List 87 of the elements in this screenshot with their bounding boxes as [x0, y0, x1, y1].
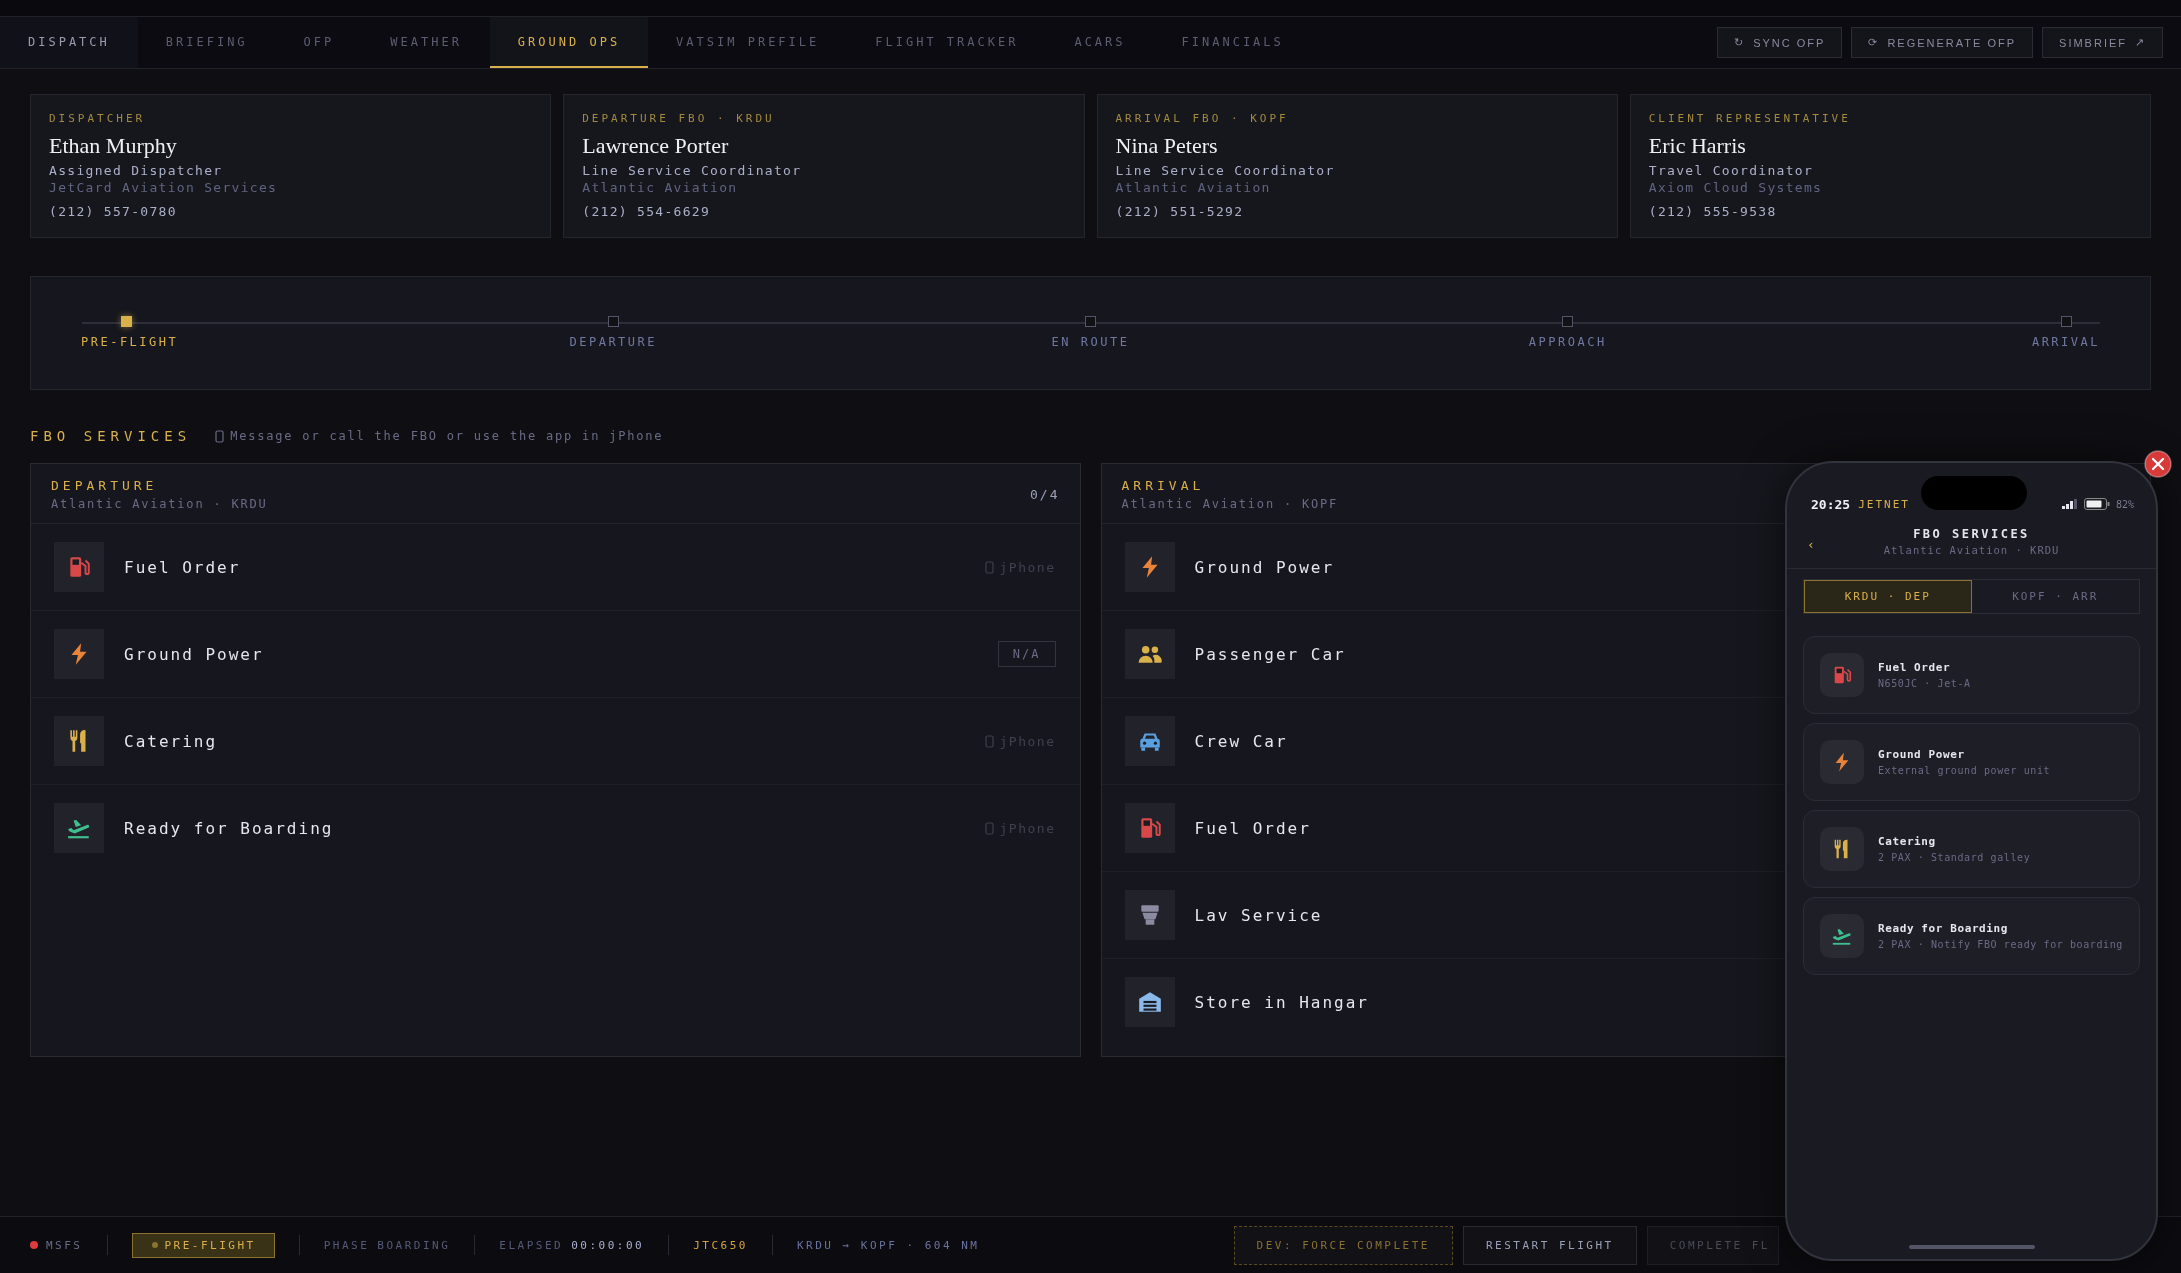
contact-role: ARRIVAL FBO · KOPF — [1115, 112, 1290, 125]
panel-title: ARRIVAL — [1121, 478, 1206, 493]
flight-button[interactable]: RESTART FLIGHT — [1462, 1225, 1637, 1265]
elapsed-label: ELAPSED — [499, 1238, 564, 1252]
panel-subtitle: Atlantic Aviation · KRDU — [51, 497, 268, 511]
service-name: Catering — [1878, 834, 1937, 848]
service-name: Ground Power — [1194, 557, 1335, 577]
battery-icon — [2083, 498, 2110, 510]
hint-text: Message or call the FBO or use the app in jPhone — [230, 429, 664, 443]
service-name: Store in Hangar — [1194, 992, 1369, 1012]
contact-company: JetCard Aviation Services — [49, 180, 279, 195]
panel-subtitle: Atlantic Aviation · KOPF — [1121, 497, 1339, 511]
service-name: Fuel Order — [1194, 818, 1311, 838]
service-name: Ready for Boarding — [124, 818, 334, 838]
phase-label: DEPARTURE — [569, 335, 657, 349]
service-detail: 2 PAX · Standard galley — [1878, 850, 2031, 864]
contact-phone: (212) 551-5292 — [1115, 204, 1245, 219]
nav-tab[interactable]: DISPATCH — [0, 17, 138, 68]
contact-name: Lawrence Porter — [582, 133, 730, 159]
back-button[interactable]: ‹ — [1807, 537, 1815, 552]
phone-icon — [984, 734, 994, 748]
section-title: FBO SERVICES — [30, 428, 192, 444]
contact-phone: (212) 554-6629 — [582, 204, 712, 219]
phone-subtitle: Atlantic Aviation · KRDU — [1882, 544, 2061, 556]
contact-title: Line Service Coordinator — [582, 163, 803, 178]
service-detail: N650JC · Jet-A — [1878, 676, 1971, 690]
phase-value: BOARDING — [377, 1238, 451, 1252]
service-name: Catering — [124, 731, 218, 751]
service-name: Fuel Order — [124, 557, 241, 577]
service-detail: External ground power unit — [1878, 763, 2051, 777]
toolbar-button[interactable]: ↻ SYNC OFP — [1717, 27, 1843, 58]
service-name: Ground Power — [1878, 747, 1966, 761]
contact-name: Nina Peters — [1115, 133, 1219, 159]
elapsed-value: 00:00:00 — [571, 1238, 645, 1252]
contact-title: Assigned Dispatcher — [49, 163, 224, 178]
phase-label: APPROACH — [1528, 335, 1607, 349]
phase-label: PHASE — [323, 1238, 370, 1252]
close-icon[interactable] — [2144, 450, 2172, 478]
phone-icon — [984, 560, 994, 574]
phone-icon — [984, 821, 994, 835]
phase-label: ARRIVAL — [2031, 335, 2100, 349]
contact-company: Atlantic Aviation — [1115, 180, 1272, 195]
status-badge: N/A — [997, 641, 1056, 667]
toolbar-button[interactable]: ⟳ REGENERATE OFP — [1851, 27, 2034, 58]
carrier-name: JETNET — [1858, 497, 1910, 511]
contact-phone: (212) 555-9538 — [1648, 204, 1778, 219]
battery-percent: 82% — [2115, 498, 2134, 510]
contact-role: DEPARTURE FBO · KRDU — [582, 112, 776, 125]
route-text: KRDU → KOPF · 604 NM — [796, 1238, 980, 1252]
service-name: Ready for Boarding — [1878, 921, 2009, 935]
contact-title: Travel Coordinator — [1648, 163, 1815, 178]
service-row[interactable]: Ground Power N/A — [31, 611, 1080, 698]
contact-name: Eric Harris — [1648, 133, 1747, 159]
contact-company: Axiom Cloud Systems — [1648, 180, 1824, 195]
service-name: Fuel Order — [1878, 660, 1952, 674]
airport-tab[interactable]: KRDU · DEP — [1804, 580, 1972, 613]
service-detail: 2 PAX · Notify FBO ready for boarding — [1878, 937, 2123, 951]
contact-name: Ethan Murphy — [49, 133, 178, 159]
phone-time: 20:25 — [1811, 496, 1851, 512]
contact-role: DISPATCHER — [49, 112, 147, 125]
service-name: Passenger Car — [1194, 644, 1346, 664]
signal-icon — [2061, 499, 2078, 509]
phase-badge: PRE-FLIGHT — [131, 1232, 275, 1258]
service-card[interactable]: Fuel Order N650JC · Jet-A — [1803, 636, 2140, 714]
contact-role: CLIENT REPRESENTATIVE — [1648, 112, 1852, 125]
contact-title: Line Service Coordinator — [1115, 163, 1336, 178]
service-count: 0/4 — [1030, 487, 1060, 502]
callsign: JTC650 — [693, 1238, 748, 1252]
phase-label: PRE-FLIGHT — [81, 335, 179, 349]
service-card[interactable]: Catering 2 PAX · Standard galley — [1803, 810, 2140, 888]
phone-title: FBO SERVICES — [1912, 527, 2031, 541]
status-dot — [30, 1241, 38, 1249]
nav-tab[interactable]: GROUND OPS — [489, 17, 649, 68]
toolbar-button[interactable]: SIMBRIEF ↗ — [2042, 27, 2163, 58]
contact-company: Atlantic Aviation — [582, 180, 739, 195]
sim-label: MSFS — [46, 1238, 83, 1252]
phone-icon — [215, 429, 225, 443]
service-card[interactable]: Ground Power External ground power unit — [1803, 723, 2140, 801]
service-name: Lav Service — [1194, 905, 1323, 925]
service-card[interactable]: Ready for Boarding 2 PAX · Notify FBO ready for boarding — [1803, 897, 2140, 975]
service-name: Crew Car — [1194, 731, 1288, 751]
panel-title: DEPARTURE — [51, 478, 159, 493]
phase-label: EN ROUTE — [1051, 335, 1130, 349]
contact-phone: (212) 557-0780 — [49, 204, 178, 219]
service-name: Ground Power — [124, 644, 264, 664]
dot-icon — [150, 1241, 159, 1249]
flight-button[interactable]: DEV: FORCE COMPLETE — [1233, 1225, 1453, 1265]
